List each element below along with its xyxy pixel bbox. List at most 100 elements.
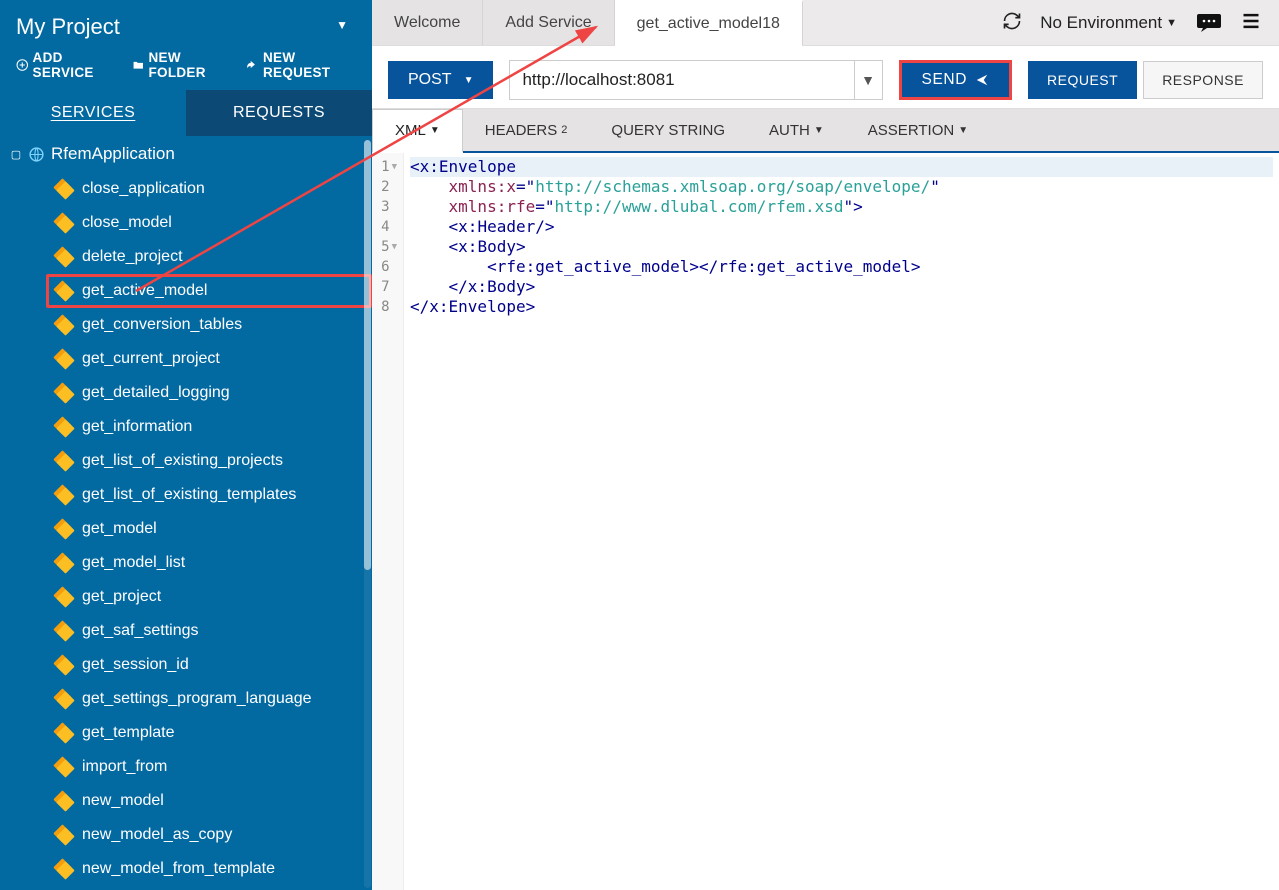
subtab-xml[interactable]: XML ▼ [372, 109, 463, 153]
subtab-auth-label: AUTH [769, 122, 810, 139]
operation-item[interactable]: get_current_project [46, 342, 372, 376]
caret-down-icon: ▼ [430, 125, 440, 136]
url-history-caret[interactable]: ▼ [854, 61, 882, 99]
project-menu-caret-icon[interactable]: ▼ [336, 18, 348, 32]
operation-label: close_model [82, 214, 172, 232]
subtab-assertion-label: ASSERTION [868, 122, 954, 139]
operation-item[interactable]: get_project [46, 580, 372, 614]
operation-item[interactable]: get_list_of_existing_projects [46, 444, 372, 478]
operation-item[interactable]: get_information [46, 410, 372, 444]
operation-item[interactable]: new_model [46, 784, 372, 818]
subtab-query-label: QUERY STRING [611, 122, 725, 139]
caret-down-icon: ▼ [1166, 17, 1177, 29]
operation-icon [56, 351, 72, 367]
services-tree: ▢ RfemApplication close_applicationclose… [0, 136, 372, 890]
tab-services[interactable]: SERVICES [0, 90, 186, 136]
content-tab[interactable]: Welcome [372, 0, 483, 45]
tab-response-label: RESPONSE [1162, 72, 1244, 88]
operation-icon [56, 181, 72, 197]
service-name: RfemApplication [51, 144, 175, 164]
caret-down-icon: ▼ [958, 125, 968, 136]
environment-label: No Environment [1040, 13, 1162, 33]
menu-icon[interactable] [1241, 11, 1261, 34]
plus-circle-icon [16, 58, 29, 72]
collapse-icon[interactable]: ▢ [10, 148, 22, 161]
operation-item[interactable]: get_template [46, 716, 372, 750]
reply-icon [246, 58, 259, 72]
operation-icon [56, 317, 72, 333]
operation-icon [56, 555, 72, 571]
operation-label: get_project [82, 588, 161, 606]
operation-item[interactable]: get_conversion_tables [46, 308, 372, 342]
folder-plus-icon [132, 58, 145, 72]
sidebar-scrollbar[interactable] [364, 140, 371, 888]
operation-label: get_active_model [82, 282, 207, 300]
sidebar: My Project ▼ ADD SERVICE NEW FOLDER NEW … [0, 0, 372, 890]
new-request-button[interactable]: NEW REQUEST [246, 50, 356, 80]
operation-icon [56, 453, 72, 469]
subtab-assertion[interactable]: ASSERTION ▼ [846, 109, 990, 151]
url-input[interactable] [510, 70, 853, 90]
content-tab[interactable]: Add Service [483, 0, 614, 45]
tab-label: Add Service [505, 14, 591, 32]
operation-icon [56, 623, 72, 639]
operation-item[interactable]: get_model [46, 512, 372, 546]
tab-request[interactable]: REQUEST [1028, 61, 1137, 99]
operation-icon [56, 861, 72, 877]
service-node[interactable]: ▢ RfemApplication [10, 140, 372, 168]
operation-item[interactable]: get_list_of_existing_templates [46, 478, 372, 512]
operation-label: new_model_as_copy [82, 826, 232, 844]
operation-item[interactable]: new_model_as_copy [46, 818, 372, 852]
tab-services-label: SERVICES [51, 104, 136, 121]
operation-label: new_model_from_template [82, 860, 275, 878]
operation-item[interactable]: close_application [46, 172, 372, 206]
operation-label: get_current_project [82, 350, 220, 368]
comment-icon[interactable] [1195, 13, 1223, 33]
new-folder-button[interactable]: NEW FOLDER [132, 50, 233, 80]
operation-icon [56, 657, 72, 673]
refresh-icon[interactable] [1002, 11, 1022, 34]
subtab-query[interactable]: QUERY STRING [589, 109, 747, 151]
operation-item[interactable]: import_from [46, 750, 372, 784]
operation-item[interactable]: new_model_from_template [46, 852, 372, 886]
operation-item[interactable]: get_settings_program_language [46, 682, 372, 716]
code-area[interactable]: <x:Envelope xmlns:x="http://schemas.xmls… [404, 153, 1279, 890]
operation-icon [56, 691, 72, 707]
tab-label: Welcome [394, 14, 460, 32]
add-service-button[interactable]: ADD SERVICE [16, 50, 118, 80]
subtab-auth[interactable]: AUTH ▼ [747, 109, 846, 151]
environment-selector[interactable]: No Environment ▼ [1040, 13, 1177, 33]
tab-bar: Welcome Add Service get_active_model18 No … [372, 0, 1279, 46]
operation-item[interactable]: get_session_id [46, 648, 372, 682]
tab-requests[interactable]: REQUESTS [186, 90, 372, 136]
operation-icon [56, 419, 72, 435]
operation-label: get_template [82, 724, 175, 742]
tab-response[interactable]: RESPONSE [1143, 61, 1263, 99]
operation-item[interactable]: get_active_model [46, 274, 372, 308]
operation-label: get_list_of_existing_templates [82, 486, 296, 504]
operation-icon [56, 793, 72, 809]
operation-label: get_conversion_tables [82, 316, 242, 334]
operation-label: close_application [82, 180, 205, 198]
operation-item[interactable]: delete_project [46, 240, 372, 274]
operation-item[interactable]: get_model_list [46, 546, 372, 580]
main-panel: Welcome Add Service get_active_model18 No … [372, 0, 1279, 890]
operation-item[interactable]: close_model [46, 206, 372, 240]
tab-requests-label: REQUESTS [233, 104, 325, 121]
new-request-label: NEW REQUEST [263, 50, 356, 80]
operation-item[interactable]: get_saf_settings [46, 614, 372, 648]
headers-count-badge: 2 [561, 124, 567, 136]
send-button[interactable]: SEND [899, 60, 1012, 100]
subtab-headers-label: HEADERS [485, 122, 558, 139]
operation-icon [56, 725, 72, 741]
project-title[interactable]: My Project [16, 14, 356, 40]
operation-label: get_model_list [82, 554, 185, 572]
operation-label: delete_project [82, 248, 183, 266]
operation-label: new_model [82, 792, 164, 810]
method-selector[interactable]: POST ▼ [388, 61, 493, 99]
operation-item[interactable]: get_detailed_logging [46, 376, 372, 410]
content-tab[interactable]: get_active_model18 [615, 0, 803, 45]
subtab-headers[interactable]: HEADERS 2 [463, 109, 590, 151]
code-editor[interactable]: 1 ▼2 3 4 5 ▼6 7 8 <x:Envelope xmlns:x="h… [372, 153, 1279, 890]
scrollbar-thumb[interactable] [364, 140, 371, 570]
